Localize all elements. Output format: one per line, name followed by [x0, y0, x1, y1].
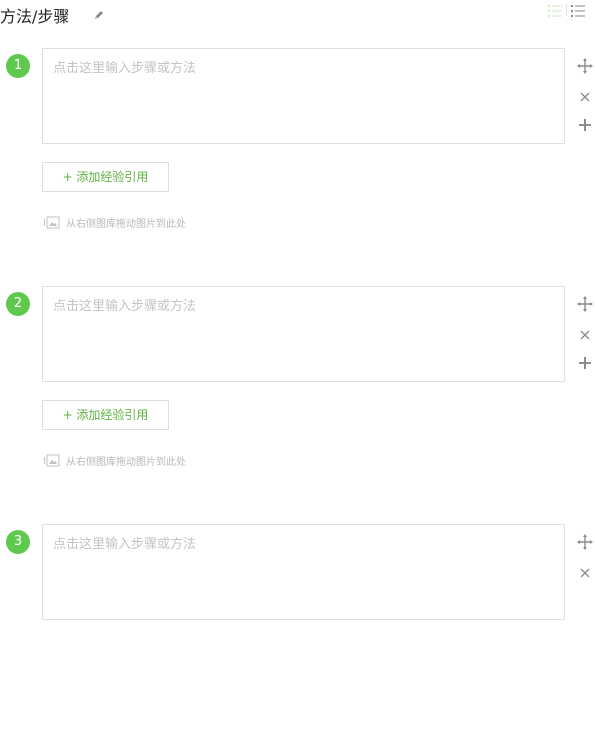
step-number-badge: 3: [6, 530, 30, 554]
page-title: 方法/步骤: [0, 7, 70, 26]
image-icon: [44, 216, 60, 229]
add-reference-button[interactable]: + 添加经验引用: [42, 162, 169, 192]
pencil-icon[interactable]: [93, 6, 105, 19]
image-drop-hint: 从右侧图库拖动图片到此处: [44, 215, 186, 230]
step-item: 2 + 添加经验引用 从右侧图库拖动图片到此处: [0, 286, 595, 506]
view-toggle: [548, 2, 585, 18]
step-input[interactable]: [53, 61, 553, 76]
move-icon[interactable]: [576, 295, 594, 313]
image-drop-hint: 从右侧图库拖动图片到此处: [44, 453, 186, 468]
drop-hint-text: 从右侧图库拖动图片到此处: [66, 456, 186, 468]
drop-hint-text: 从右侧图库拖动图片到此处: [66, 218, 186, 230]
delete-icon[interactable]: [576, 564, 594, 582]
step-number-badge: 2: [6, 292, 30, 316]
image-icon: [44, 454, 60, 467]
step-editor[interactable]: [42, 524, 565, 620]
step-editor[interactable]: [42, 48, 565, 144]
step-number-badge: 1: [6, 54, 30, 78]
view-divider: [566, 4, 567, 16]
add-icon[interactable]: [576, 354, 594, 372]
step-input[interactable]: [53, 537, 553, 552]
delete-icon[interactable]: [576, 326, 594, 344]
step-editor[interactable]: [42, 286, 565, 382]
step-item: 3: [0, 524, 595, 744]
step-input[interactable]: [53, 299, 553, 314]
move-icon[interactable]: [576, 57, 594, 75]
delete-icon[interactable]: [576, 88, 594, 106]
add-icon[interactable]: [576, 116, 594, 134]
move-icon[interactable]: [576, 533, 594, 551]
add-reference-button[interactable]: + 添加经验引用: [42, 400, 169, 430]
section-header: 方法/步骤: [0, 0, 595, 28]
step-item: 1 + 添加经验引用 从右侧图库拖动图片到此处: [0, 48, 595, 268]
bullet-list-icon[interactable]: [571, 3, 585, 17]
numbered-list-icon[interactable]: [548, 3, 562, 17]
